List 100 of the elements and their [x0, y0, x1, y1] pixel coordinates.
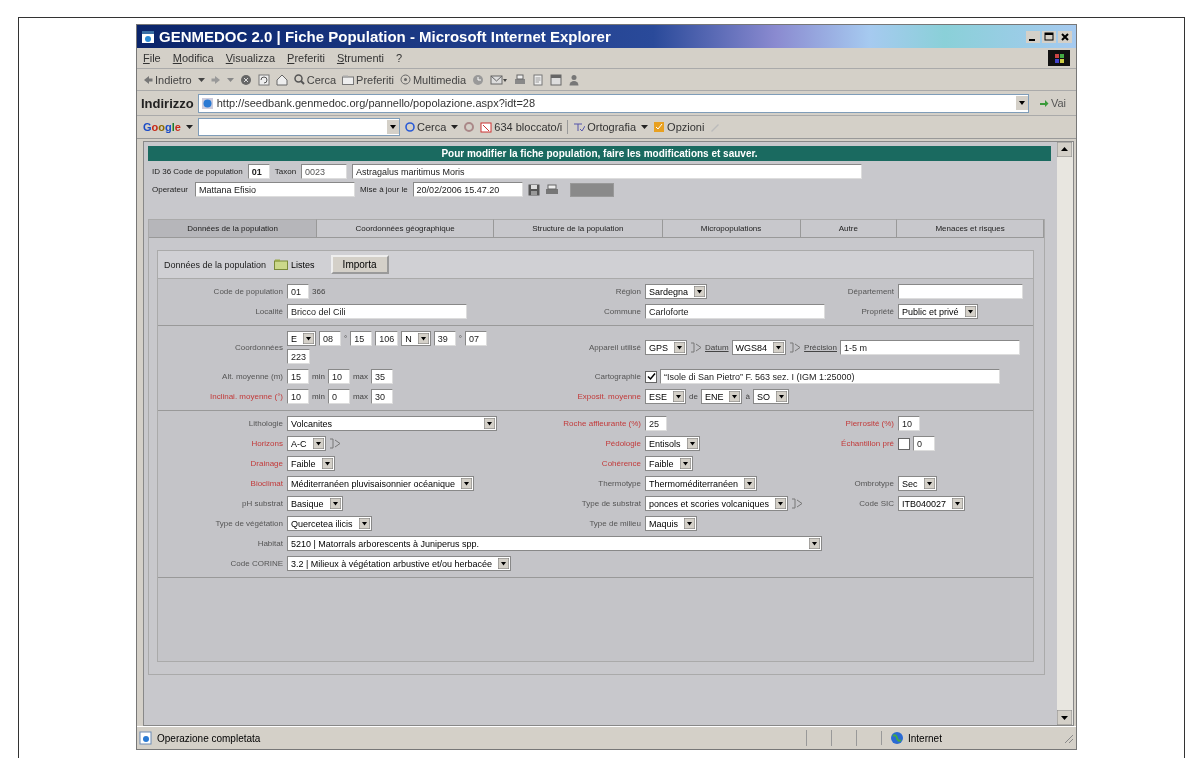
spellcheck-button[interactable]: Ortografia	[573, 121, 637, 133]
mail-icon[interactable]	[490, 73, 509, 86]
caret-icon[interactable]	[1015, 96, 1028, 110]
input-field[interactable]: 35	[371, 369, 393, 384]
search-button[interactable]: Cerca	[404, 121, 447, 133]
input-field[interactable]: Bricco del Cili	[287, 304, 467, 319]
refresh-icon[interactable]	[257, 73, 270, 86]
input-field[interactable]: Mattana Efisio	[195, 182, 356, 197]
tab[interactable]: Coordonnées géographique	[317, 219, 494, 237]
search-button[interactable]: Cerca	[293, 73, 337, 86]
input-field[interactable]: 39	[433, 331, 456, 346]
input-field[interactable]: 223	[287, 349, 311, 364]
checkbox[interactable]	[898, 437, 910, 450]
caret-icon[interactable]	[386, 120, 399, 134]
caret-icon[interactable]	[451, 124, 459, 130]
input-field[interactable]: 0	[913, 436, 935, 451]
tab[interactable]: Structure de la population	[493, 219, 663, 237]
printer-icon[interactable]	[544, 183, 559, 196]
home-icon[interactable]	[275, 73, 288, 86]
back-button[interactable]: Indietro	[143, 73, 192, 86]
dropdown[interactable]: N	[401, 331, 431, 346]
input-field[interactable]: 15	[350, 331, 373, 346]
menu-item[interactable]: ?	[396, 52, 403, 64]
maximize-icon[interactable]	[1042, 30, 1056, 43]
person-icon[interactable]	[568, 73, 581, 86]
dropdown[interactable]: 3.2 | Milieux à végétation arbustive et/ou herbacée	[287, 556, 511, 571]
dropdown[interactable]: Basique	[287, 496, 343, 511]
resize-grip-icon[interactable]	[1062, 732, 1074, 744]
input-field[interactable]: 01	[247, 164, 270, 179]
tab[interactable]: Menaces et risques	[897, 219, 1044, 237]
caret-icon[interactable]	[197, 76, 205, 83]
scrollbar[interactable]	[1057, 142, 1073, 725]
input-field[interactable]: 10	[898, 416, 920, 431]
dropdown[interactable]: Public et privé	[898, 304, 978, 319]
dropdown[interactable]: ESE	[645, 389, 686, 404]
dropdown[interactable]: Thermoméditerranéen	[645, 476, 758, 491]
close-icon[interactable]	[1058, 30, 1072, 43]
minimize-icon[interactable]	[1026, 30, 1040, 43]
import-button[interactable]: Importa	[330, 255, 389, 274]
menu-item[interactable]: Modifica	[172, 52, 214, 64]
dropdown[interactable]: E	[287, 331, 316, 346]
popup-blocker-button[interactable]: 634 bloccato/i	[480, 121, 563, 133]
input-field[interactable]: 15	[287, 369, 309, 384]
scroll-down-icon[interactable]	[1057, 710, 1073, 725]
dropdown[interactable]: Sardegna	[645, 284, 708, 299]
menu-item[interactable]: File	[143, 52, 161, 64]
input-field[interactable]: 0	[327, 389, 350, 404]
scroll-up-icon[interactable]	[1057, 142, 1073, 157]
dropdown[interactable]: 5210 | Matorrals arborescents à Juniperus spp.	[287, 536, 822, 551]
field-link[interactable]: Précision	[804, 343, 837, 352]
dropdown[interactable]: ponces et scories volcaniques	[645, 496, 789, 511]
input-field[interactable]: 0023	[301, 164, 348, 179]
save-icon[interactable]	[527, 183, 540, 196]
input-field[interactable]: 25	[645, 416, 667, 431]
dropdown[interactable]: Entisols	[645, 436, 700, 451]
tab[interactable]: Micropopulations	[662, 219, 801, 237]
input-field[interactable]: 10	[327, 369, 350, 384]
caret-icon[interactable]	[185, 124, 193, 130]
favorites-button[interactable]: Preferiti	[342, 73, 394, 86]
input-field[interactable]: 08	[319, 331, 341, 346]
document-icon[interactable]	[532, 73, 545, 86]
caret-icon[interactable]	[641, 124, 649, 130]
input-field[interactable]: 07	[464, 331, 487, 346]
menu-item[interactable]: Visualizza	[225, 52, 276, 64]
dropdown[interactable]: Faible	[645, 456, 693, 471]
tab[interactable]: Données de la population	[149, 219, 318, 237]
search-field[interactable]	[197, 118, 400, 136]
input-field[interactable]: Carloforte	[645, 304, 825, 319]
dropdown[interactable]: Volcanites	[287, 416, 497, 431]
input-field[interactable]: Astragalus maritimus Moris	[352, 164, 863, 179]
checkbox[interactable]	[645, 370, 657, 383]
window-icon[interactable]	[550, 73, 563, 86]
dropdown[interactable]: Quercetea ilicis	[287, 516, 372, 531]
dropdown[interactable]: A-C	[287, 436, 326, 451]
menu-item[interactable]: Preferiti	[287, 52, 325, 64]
options-button[interactable]: Opzioni	[653, 121, 705, 133]
dropdown[interactable]: Maquis	[645, 516, 697, 531]
input-field[interactable]: 30	[371, 389, 393, 404]
dropdown[interactable]: GPS	[645, 340, 687, 355]
google-logo[interactable]: Google	[143, 121, 181, 133]
lists-link[interactable]: Listes	[274, 259, 315, 270]
input-field[interactable]: 10	[287, 389, 309, 404]
input-field[interactable]: 01	[287, 284, 309, 299]
dropdown[interactable]: ITB040027	[898, 496, 966, 511]
dropdown[interactable]: Méditerranéen pluvisaisonnier océanique	[287, 476, 475, 491]
input-field[interactable]: 1-5 m	[840, 340, 1020, 355]
dropdown[interactable]: WGS84	[731, 340, 787, 355]
stop-icon[interactable]	[239, 73, 252, 86]
field-link[interactable]: Datum	[705, 343, 729, 352]
printer-icon[interactable]	[514, 73, 527, 86]
dropdown[interactable]: SO	[752, 389, 789, 404]
dropdown[interactable]: ENE	[700, 389, 743, 404]
input-field[interactable]: 20/02/2006 15.47.20	[412, 182, 523, 197]
address-field[interactable]: http://seedbank.genmedoc.org/pannello/popolazione.aspx?idt=28	[197, 93, 1029, 113]
dropdown[interactable]: Sec	[898, 476, 937, 491]
dropdown[interactable]: Faible	[287, 456, 335, 471]
input-field[interactable]: 106	[375, 331, 399, 346]
tab[interactable]: Autre	[800, 219, 898, 237]
input-field[interactable]: “Isole di San Pietro” F. 563 sez. I (IGM 1:25000)	[660, 369, 1000, 384]
media-button[interactable]: Multimedia	[399, 73, 467, 86]
